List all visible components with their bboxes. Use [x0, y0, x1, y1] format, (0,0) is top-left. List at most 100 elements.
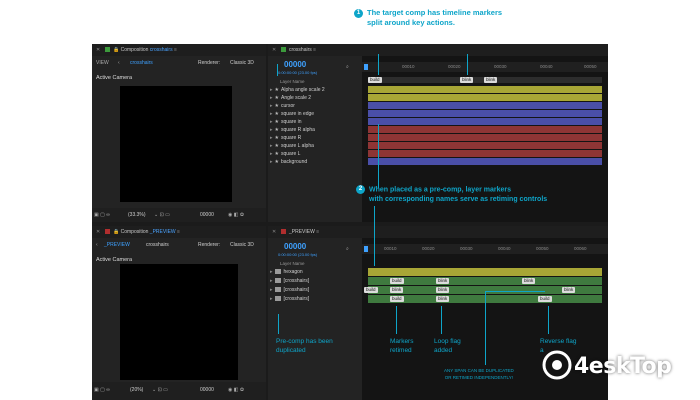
bottom-timecode[interactable]: 00000 — [284, 242, 306, 251]
expand-arrow-icon[interactable]: ▸ — [270, 278, 273, 284]
timeline-marker[interactable]: blink — [460, 77, 474, 83]
layer-marker[interactable]: blink — [522, 278, 536, 284]
expand-arrow-icon[interactable]: ▸ — [270, 269, 273, 275]
layer-track-bar[interactable] — [368, 150, 602, 157]
bottom-breadcrumb-2[interactable]: crosshairs — [146, 242, 169, 249]
zoom-controls-icons[interactable]: ⌄ ⊡ ▭ — [154, 212, 170, 219]
layer-name[interactable]: cursor — [281, 103, 295, 109]
layer-row[interactable]: ▸ ★ cursor — [270, 102, 360, 110]
back-arrow-icon[interactable]: ‹ — [96, 242, 98, 249]
timeline-marker[interactable]: build — [368, 77, 382, 83]
layer-row[interactable]: ▸ ★ square L — [270, 150, 360, 158]
camera-snapshot-icon[interactable]: ◉ ◧ ✿ — [228, 212, 244, 219]
layer-track-bar[interactable] — [368, 94, 602, 101]
layer-row[interactable]: ▸ ★ square L alpha — [270, 142, 360, 150]
expand-arrow-icon[interactable]: ▸ — [270, 127, 273, 133]
top-renderer-value[interactable]: Classic 3D — [230, 60, 254, 67]
playhead[interactable] — [364, 246, 368, 252]
camera-snapshot-icon[interactable]: ◉ ◧ ✿ — [228, 387, 244, 394]
bottom-time-ruler[interactable]: 00010 00020 00030 00040 00050 00060 — [362, 244, 608, 254]
layer-name[interactable]: square in edge — [281, 111, 314, 117]
top-time-ruler[interactable]: 00010 00020 00030 00040 00050 — [362, 62, 608, 72]
layer-row[interactable]: ▸ hexagon — [270, 268, 360, 276]
layer-marker[interactable]: build — [390, 296, 404, 302]
layer-name[interactable]: background — [281, 159, 307, 165]
layer-track-bar[interactable] — [368, 86, 602, 93]
layer-row[interactable]: ▸ ★ Alpha angle scale 2 — [270, 86, 360, 94]
expand-arrow-icon[interactable]: ▸ — [270, 111, 273, 117]
timeline-marker[interactable]: blink — [484, 77, 498, 83]
bottom-zoom-value[interactable]: (20%) — [130, 387, 143, 394]
layer-marker[interactable]: blink — [436, 287, 450, 293]
layer-name[interactable]: square L alpha — [281, 143, 314, 149]
playhead[interactable] — [364, 64, 368, 70]
top-breadcrumb[interactable]: crosshairs — [130, 60, 153, 67]
expand-arrow-icon[interactable]: ▸ — [270, 143, 273, 149]
layer-marker[interactable]: blink — [436, 296, 450, 302]
bottom-breadcrumb-active[interactable]: _PREVIEW — [104, 242, 130, 249]
layer-name[interactable]: [crosshairs] — [284, 287, 310, 293]
top-comp-tab-label[interactable]: Composition — [121, 47, 149, 53]
bottom-comp-tab-label[interactable]: Composition — [121, 229, 149, 235]
layer-marker[interactable]: blink — [562, 287, 576, 293]
layer-name[interactable]: square R — [281, 135, 301, 141]
menu-icon[interactable]: ≡ — [177, 229, 180, 235]
bottom-renderer-value[interactable]: Classic 3D — [230, 242, 254, 249]
expand-arrow-icon[interactable]: ▸ — [270, 135, 273, 141]
top-viewer-canvas[interactable] — [120, 86, 232, 202]
expand-arrow-icon[interactable]: ▸ — [270, 103, 273, 109]
top-timeline-tab[interactable]: crosshairs — [289, 47, 312, 53]
layer-row[interactable]: ▸ ★ square R — [270, 134, 360, 142]
layer-name[interactable]: square R alpha — [281, 127, 315, 133]
layer-marker[interactable]: build — [538, 296, 552, 302]
menu-icon[interactable]: ≡ — [313, 47, 316, 53]
layer-track-bar[interactable] — [368, 118, 602, 125]
layer-row[interactable]: ▸ [crosshairs] — [270, 286, 360, 294]
search-icon[interactable]: ⌕ — [346, 64, 349, 71]
bottom-viewer-timecode[interactable]: 00000 — [200, 387, 214, 394]
layer-track-bar[interactable] — [368, 158, 602, 165]
layer-track-bar[interactable] — [368, 126, 602, 133]
layer-row[interactable]: ▸ ★ square R alpha — [270, 126, 360, 134]
expand-arrow-icon[interactable]: ▸ — [270, 119, 273, 125]
layer-track-bar[interactable] — [368, 268, 602, 276]
layer-marker[interactable]: build — [390, 278, 404, 284]
top-comp-tab-name[interactable]: crosshairs — [150, 47, 173, 53]
layer-name[interactable]: square in — [281, 119, 302, 125]
layer-row[interactable]: ▸ ★ square in edge — [270, 110, 360, 118]
layer-track-bar[interactable] — [368, 142, 602, 149]
top-timecode[interactable]: 00000 — [284, 60, 306, 69]
menu-icon[interactable]: ≡ — [316, 229, 319, 235]
layer-row[interactable]: ▸ ★ background — [270, 158, 360, 166]
layer-marker[interactable]: blink — [390, 287, 404, 293]
expand-arrow-icon[interactable]: ▸ — [270, 87, 273, 93]
layer-name[interactable]: Angle scale 2 — [281, 95, 311, 101]
layer-track-bar[interactable] — [368, 134, 602, 141]
layer-track-bar[interactable] — [368, 102, 602, 109]
viewer-tools-icons[interactable]: ▣ ▢ ∞ — [94, 212, 110, 219]
expand-arrow-icon[interactable]: ▸ — [270, 151, 273, 157]
search-icon[interactable]: ⌕ — [346, 246, 349, 253]
top-viewer-timecode[interactable]: 00000 — [200, 212, 214, 219]
layer-row[interactable]: ▸ [crosshairs] — [270, 295, 360, 303]
layer-row[interactable]: ▸ [crosshairs] — [270, 277, 360, 285]
expand-arrow-icon[interactable]: ▸ — [270, 159, 273, 165]
menu-icon[interactable]: ≡ — [174, 47, 177, 53]
bottom-timeline-tab[interactable]: _PREVIEW — [289, 229, 315, 235]
layer-name[interactable]: [crosshairs] — [284, 296, 310, 302]
expand-arrow-icon[interactable]: ▸ — [270, 95, 273, 101]
layer-row[interactable]: ▸ ★ square in — [270, 118, 360, 126]
layer-track-bar[interactable] — [368, 110, 602, 117]
layer-name[interactable]: hexagon — [284, 269, 303, 275]
layer-name[interactable]: square L — [281, 151, 300, 157]
zoom-controls-icons[interactable]: ⌄ ⊡ ▭ — [152, 387, 168, 394]
back-arrow-icon[interactable]: ‹ — [118, 60, 120, 67]
layer-marker[interactable]: blink — [436, 278, 450, 284]
expand-arrow-icon[interactable]: ▸ — [270, 287, 273, 293]
viewer-tools-icons[interactable]: ▣ ▢ ∞ — [94, 387, 110, 394]
bottom-comp-tab-name[interactable]: _PREVIEW — [150, 229, 176, 235]
layer-row[interactable]: ▸ ★ Angle scale 2 — [270, 94, 360, 102]
layer-name[interactable]: Alpha angle scale 2 — [281, 87, 325, 93]
expand-arrow-icon[interactable]: ▸ — [270, 296, 273, 302]
layer-marker[interactable]: build — [364, 287, 378, 293]
